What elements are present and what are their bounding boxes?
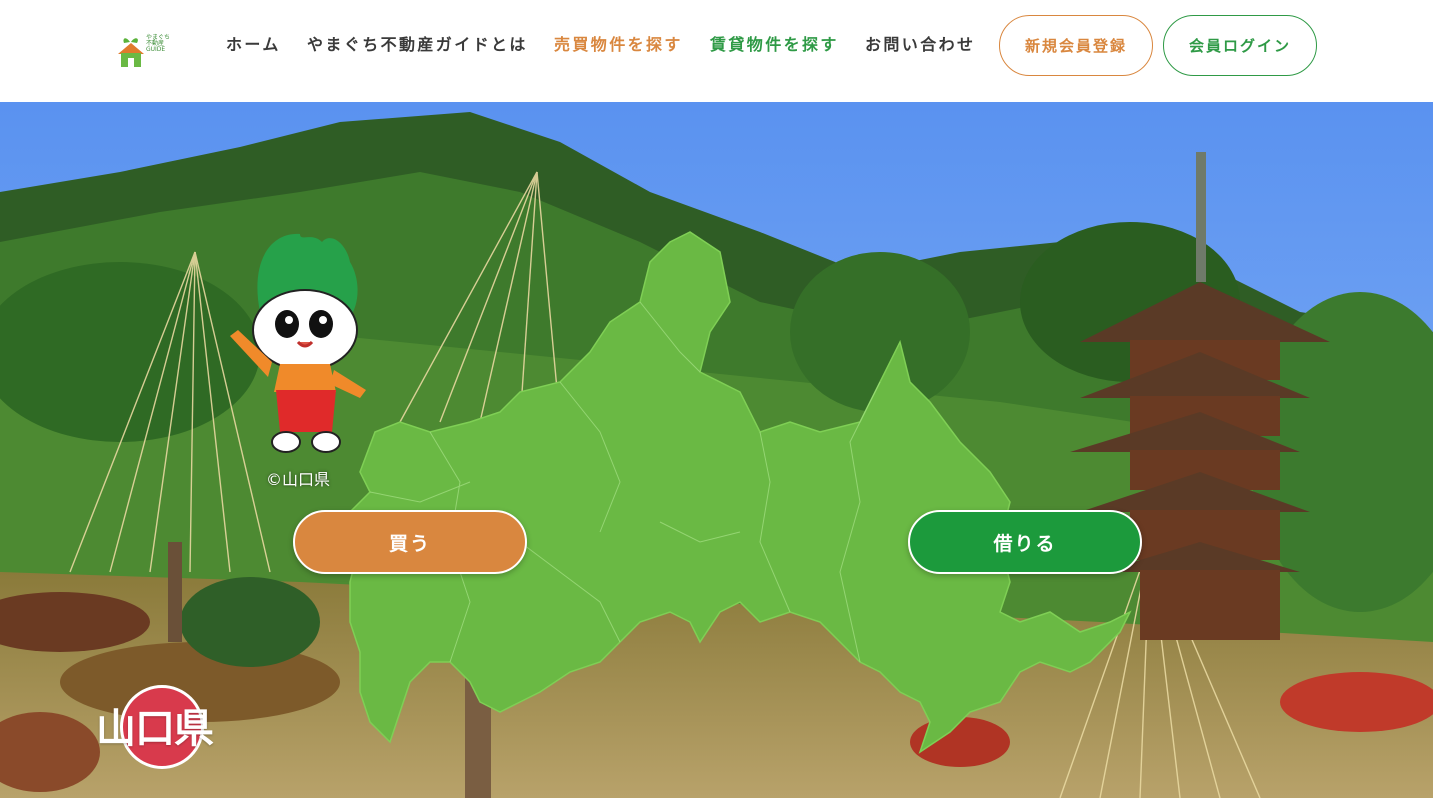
copyright-text: ©山口県: [266, 470, 331, 489]
nav-buy-search[interactable]: 売買物件を探す: [554, 33, 683, 57]
nav-about[interactable]: やまぐち不動産ガイドとは: [307, 33, 528, 57]
house-leaf-icon: [118, 38, 144, 67]
login-button[interactable]: 会員ログイン: [1163, 15, 1317, 76]
nav-contact[interactable]: お問い合わせ: [865, 33, 975, 57]
site-logo[interactable]: やまぐち 不動産 GUIDE: [116, 32, 178, 70]
logo-wordmark: やまぐち 不動産 GUIDE: [146, 35, 180, 53]
prefecture-badge: 山口県: [96, 682, 236, 772]
logo-line-3: GUIDE: [146, 46, 166, 53]
prefecture-label: 山口県: [96, 706, 214, 752]
hero-banner: ©山口県 買う 借りる 山口県: [0, 102, 1433, 798]
nav-home[interactable]: ホーム: [226, 33, 281, 57]
register-button[interactable]: 新規会員登録: [999, 15, 1153, 76]
site-header: やまぐち 不動産 GUIDE ホーム やまぐち不動産ガイドとは 売買物件を探す …: [0, 0, 1433, 102]
rent-button[interactable]: 借りる: [908, 510, 1142, 574]
buy-button[interactable]: 買う: [293, 510, 527, 574]
nav-rent-search[interactable]: 賃貸物件を探す: [710, 33, 839, 57]
